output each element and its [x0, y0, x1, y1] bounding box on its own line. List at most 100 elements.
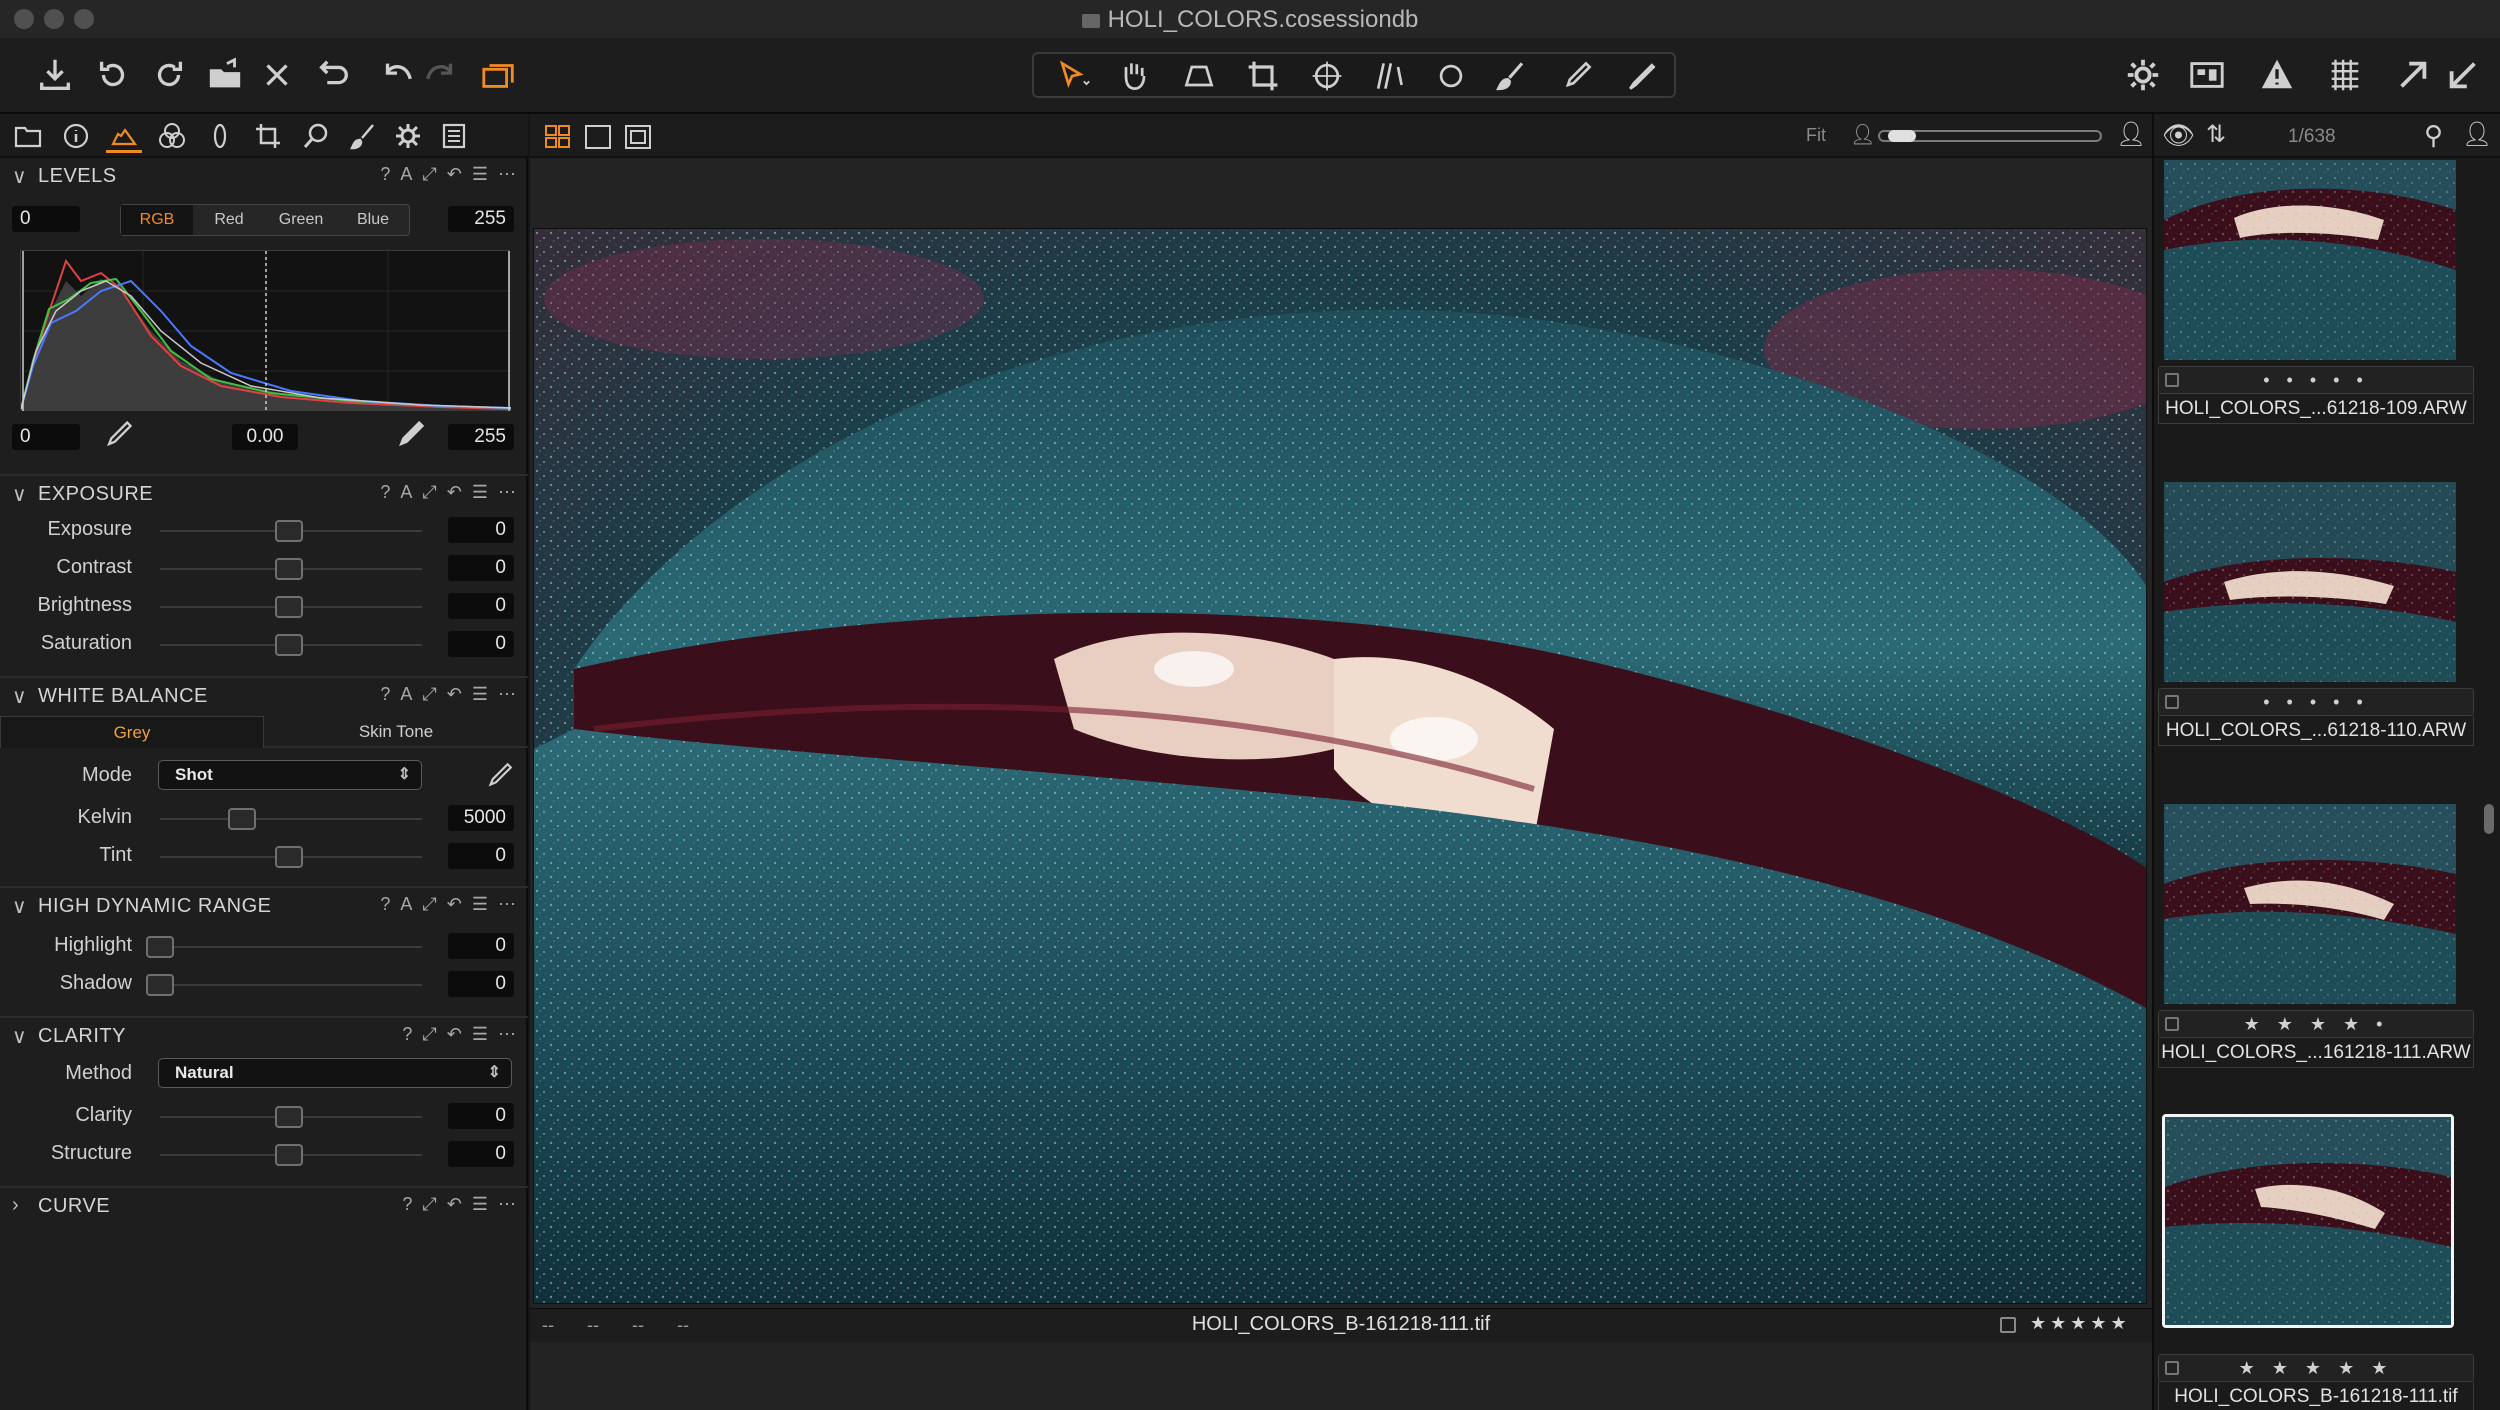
brightness-slider[interactable]: [160, 596, 422, 618]
clarity-value[interactable]: 0: [448, 1103, 514, 1129]
more-icon[interactable]: ⋯: [498, 482, 516, 503]
channel-green[interactable]: Green: [265, 205, 337, 235]
brightness-value[interactable]: 0: [448, 593, 514, 619]
zoom-fit-label[interactable]: Fit: [1806, 125, 1826, 146]
copy-apply-button[interactable]: [476, 52, 522, 98]
levels-midpoint[interactable]: 0.00: [232, 424, 298, 450]
thumbnail-rating[interactable]: • • • • •: [2159, 689, 2473, 715]
auto-icon[interactable]: A: [400, 164, 412, 185]
highlight-slider-knob[interactable]: [146, 936, 174, 958]
presets-icon[interactable]: ☰: [472, 894, 488, 915]
structure-slider-knob[interactable]: [275, 1144, 303, 1166]
color-picker-tool-button[interactable]: [1548, 56, 1606, 96]
highlight-slider[interactable]: [146, 936, 422, 958]
undo-button[interactable]: [374, 52, 420, 98]
thumbnail-rating[interactable]: • • • • •: [2159, 367, 2473, 393]
browser-scrollbar[interactable]: [2484, 804, 2494, 834]
crop-tool-button[interactable]: [1234, 56, 1292, 96]
sort-icon[interactable]: ⇅: [2206, 120, 2226, 149]
copy-apply-icon[interactable]: ⤢: [422, 482, 436, 503]
redo-button[interactable]: [418, 52, 464, 98]
zoom-slider[interactable]: [1878, 130, 2102, 142]
kelvin-slider[interactable]: [160, 808, 422, 830]
white-balance-header[interactable]: ∨ WHITE BALANCE ? A ⤢ ↶ ☰ ⋯: [0, 676, 528, 712]
import-button[interactable]: [32, 52, 78, 98]
clarity-slider[interactable]: [160, 1106, 422, 1128]
reset-icon[interactable]: ↶: [447, 164, 462, 185]
channel-rgb[interactable]: RGB: [121, 205, 193, 235]
person-icon[interactable]: 👤︎: [2462, 120, 2492, 149]
channel-red[interactable]: Red: [193, 205, 265, 235]
proof-margin-button[interactable]: [2184, 52, 2230, 98]
select-tool-button[interactable]: [1044, 56, 1102, 96]
structure-value[interactable]: 0: [448, 1141, 514, 1167]
pan-tool-button[interactable]: [1106, 56, 1164, 96]
exposure-warning-button[interactable]: [2254, 52, 2300, 98]
thumbnail-rating[interactable]: ★ ★ ★ ★ ★: [2159, 1355, 2473, 1381]
search-icon[interactable]: ⚲: [2424, 120, 2443, 151]
shadow-slider-knob[interactable]: [146, 974, 174, 996]
single-view-icon[interactable]: [584, 124, 612, 150]
reset-button[interactable]: [310, 52, 356, 98]
structure-slider[interactable]: [160, 1144, 422, 1166]
saturation-slider[interactable]: [160, 634, 422, 656]
tint-value[interactable]: 0: [448, 843, 514, 869]
more-icon[interactable]: ⋯: [498, 894, 516, 915]
tab-color[interactable]: [154, 119, 190, 153]
levels-input-max[interactable]: 255: [448, 206, 514, 232]
tab-library[interactable]: [10, 119, 46, 153]
shadow-slider[interactable]: [146, 974, 422, 996]
tint-slider-knob[interactable]: [275, 846, 303, 868]
reset-icon[interactable]: ↶: [447, 684, 462, 705]
tab-local-adjustments[interactable]: [346, 119, 382, 153]
white-point-picker-icon[interactable]: [392, 418, 426, 452]
rotate-right-button[interactable]: [146, 52, 192, 98]
tab-grey[interactable]: Grey: [0, 716, 264, 748]
reset-icon[interactable]: ↶: [447, 1194, 462, 1215]
main-photo[interactable]: [533, 228, 2147, 1304]
eye-icon[interactable]: 👁︎: [2162, 120, 2195, 151]
tab-adjustments[interactable]: [390, 119, 426, 153]
primary-view-icon[interactable]: [624, 124, 652, 150]
apply-adjustments-button[interactable]: [2440, 52, 2486, 98]
tab-skin-tone[interactable]: Skin Tone: [264, 716, 528, 748]
brush-tool-button[interactable]: [1484, 56, 1542, 96]
auto-icon[interactable]: A: [400, 482, 412, 503]
levels-output-max[interactable]: 255: [448, 424, 514, 450]
exposure-slider-knob[interactable]: [275, 520, 303, 542]
annotate-tool-button[interactable]: [1612, 56, 1670, 96]
delete-button[interactable]: [254, 52, 300, 98]
tab-exposure[interactable]: [106, 119, 142, 153]
contrast-slider-knob[interactable]: [275, 558, 303, 580]
move-to-button[interactable]: [202, 52, 248, 98]
presets-icon[interactable]: ☰: [472, 1024, 488, 1045]
auto-icon[interactable]: A: [400, 684, 412, 705]
saturation-slider-knob[interactable]: [275, 634, 303, 656]
thumbnail-109[interactable]: • • • • • HOLI_COLORS_...61218-109.ARW: [2158, 160, 2474, 482]
brightness-slider-knob[interactable]: [275, 596, 303, 618]
copy-apply-icon[interactable]: ⤢: [422, 1024, 436, 1045]
clarity-method-select[interactable]: Natural ⇕: [158, 1058, 512, 1088]
rotate-left-button[interactable]: [90, 52, 136, 98]
wb-mode-select[interactable]: Shot ⇕: [158, 760, 422, 790]
keystone-tool-button[interactable]: [1170, 56, 1228, 96]
channel-blue[interactable]: Blue: [337, 205, 409, 235]
tint-slider[interactable]: [160, 846, 422, 868]
zoom-slider-knob[interactable]: [1888, 130, 1916, 142]
hdr-header[interactable]: ∨ HIGH DYNAMIC RANGE ? A ⤢ ↶ ☰ ⋯: [0, 886, 528, 922]
copy-apply-icon[interactable]: ⤢: [422, 1194, 436, 1215]
presets-icon[interactable]: ☰: [472, 482, 488, 503]
grid-button[interactable]: [2322, 52, 2368, 98]
contrast-value[interactable]: 0: [448, 555, 514, 581]
reset-icon[interactable]: ↶: [447, 894, 462, 915]
saturation-value[interactable]: 0: [448, 631, 514, 657]
copy-apply-icon[interactable]: ⤢: [422, 894, 436, 915]
levels-header[interactable]: ∨ LEVELS ? A ⤢ ↶ ☰ ⋯: [0, 158, 528, 194]
more-icon[interactable]: ⋯: [498, 1024, 516, 1045]
reset-icon[interactable]: ↶: [447, 1024, 462, 1045]
copy-apply-icon[interactable]: ⤢: [422, 684, 436, 705]
copy-apply-icon[interactable]: ⤢: [422, 164, 436, 185]
thumbnail-111-tif-selected[interactable]: ★ ★ ★ ★ ★ HOLI_COLORS_B-161218-111.tif: [2158, 1114, 2474, 1410]
clarity-slider-knob[interactable]: [275, 1106, 303, 1128]
help-icon[interactable]: ?: [402, 1024, 412, 1045]
